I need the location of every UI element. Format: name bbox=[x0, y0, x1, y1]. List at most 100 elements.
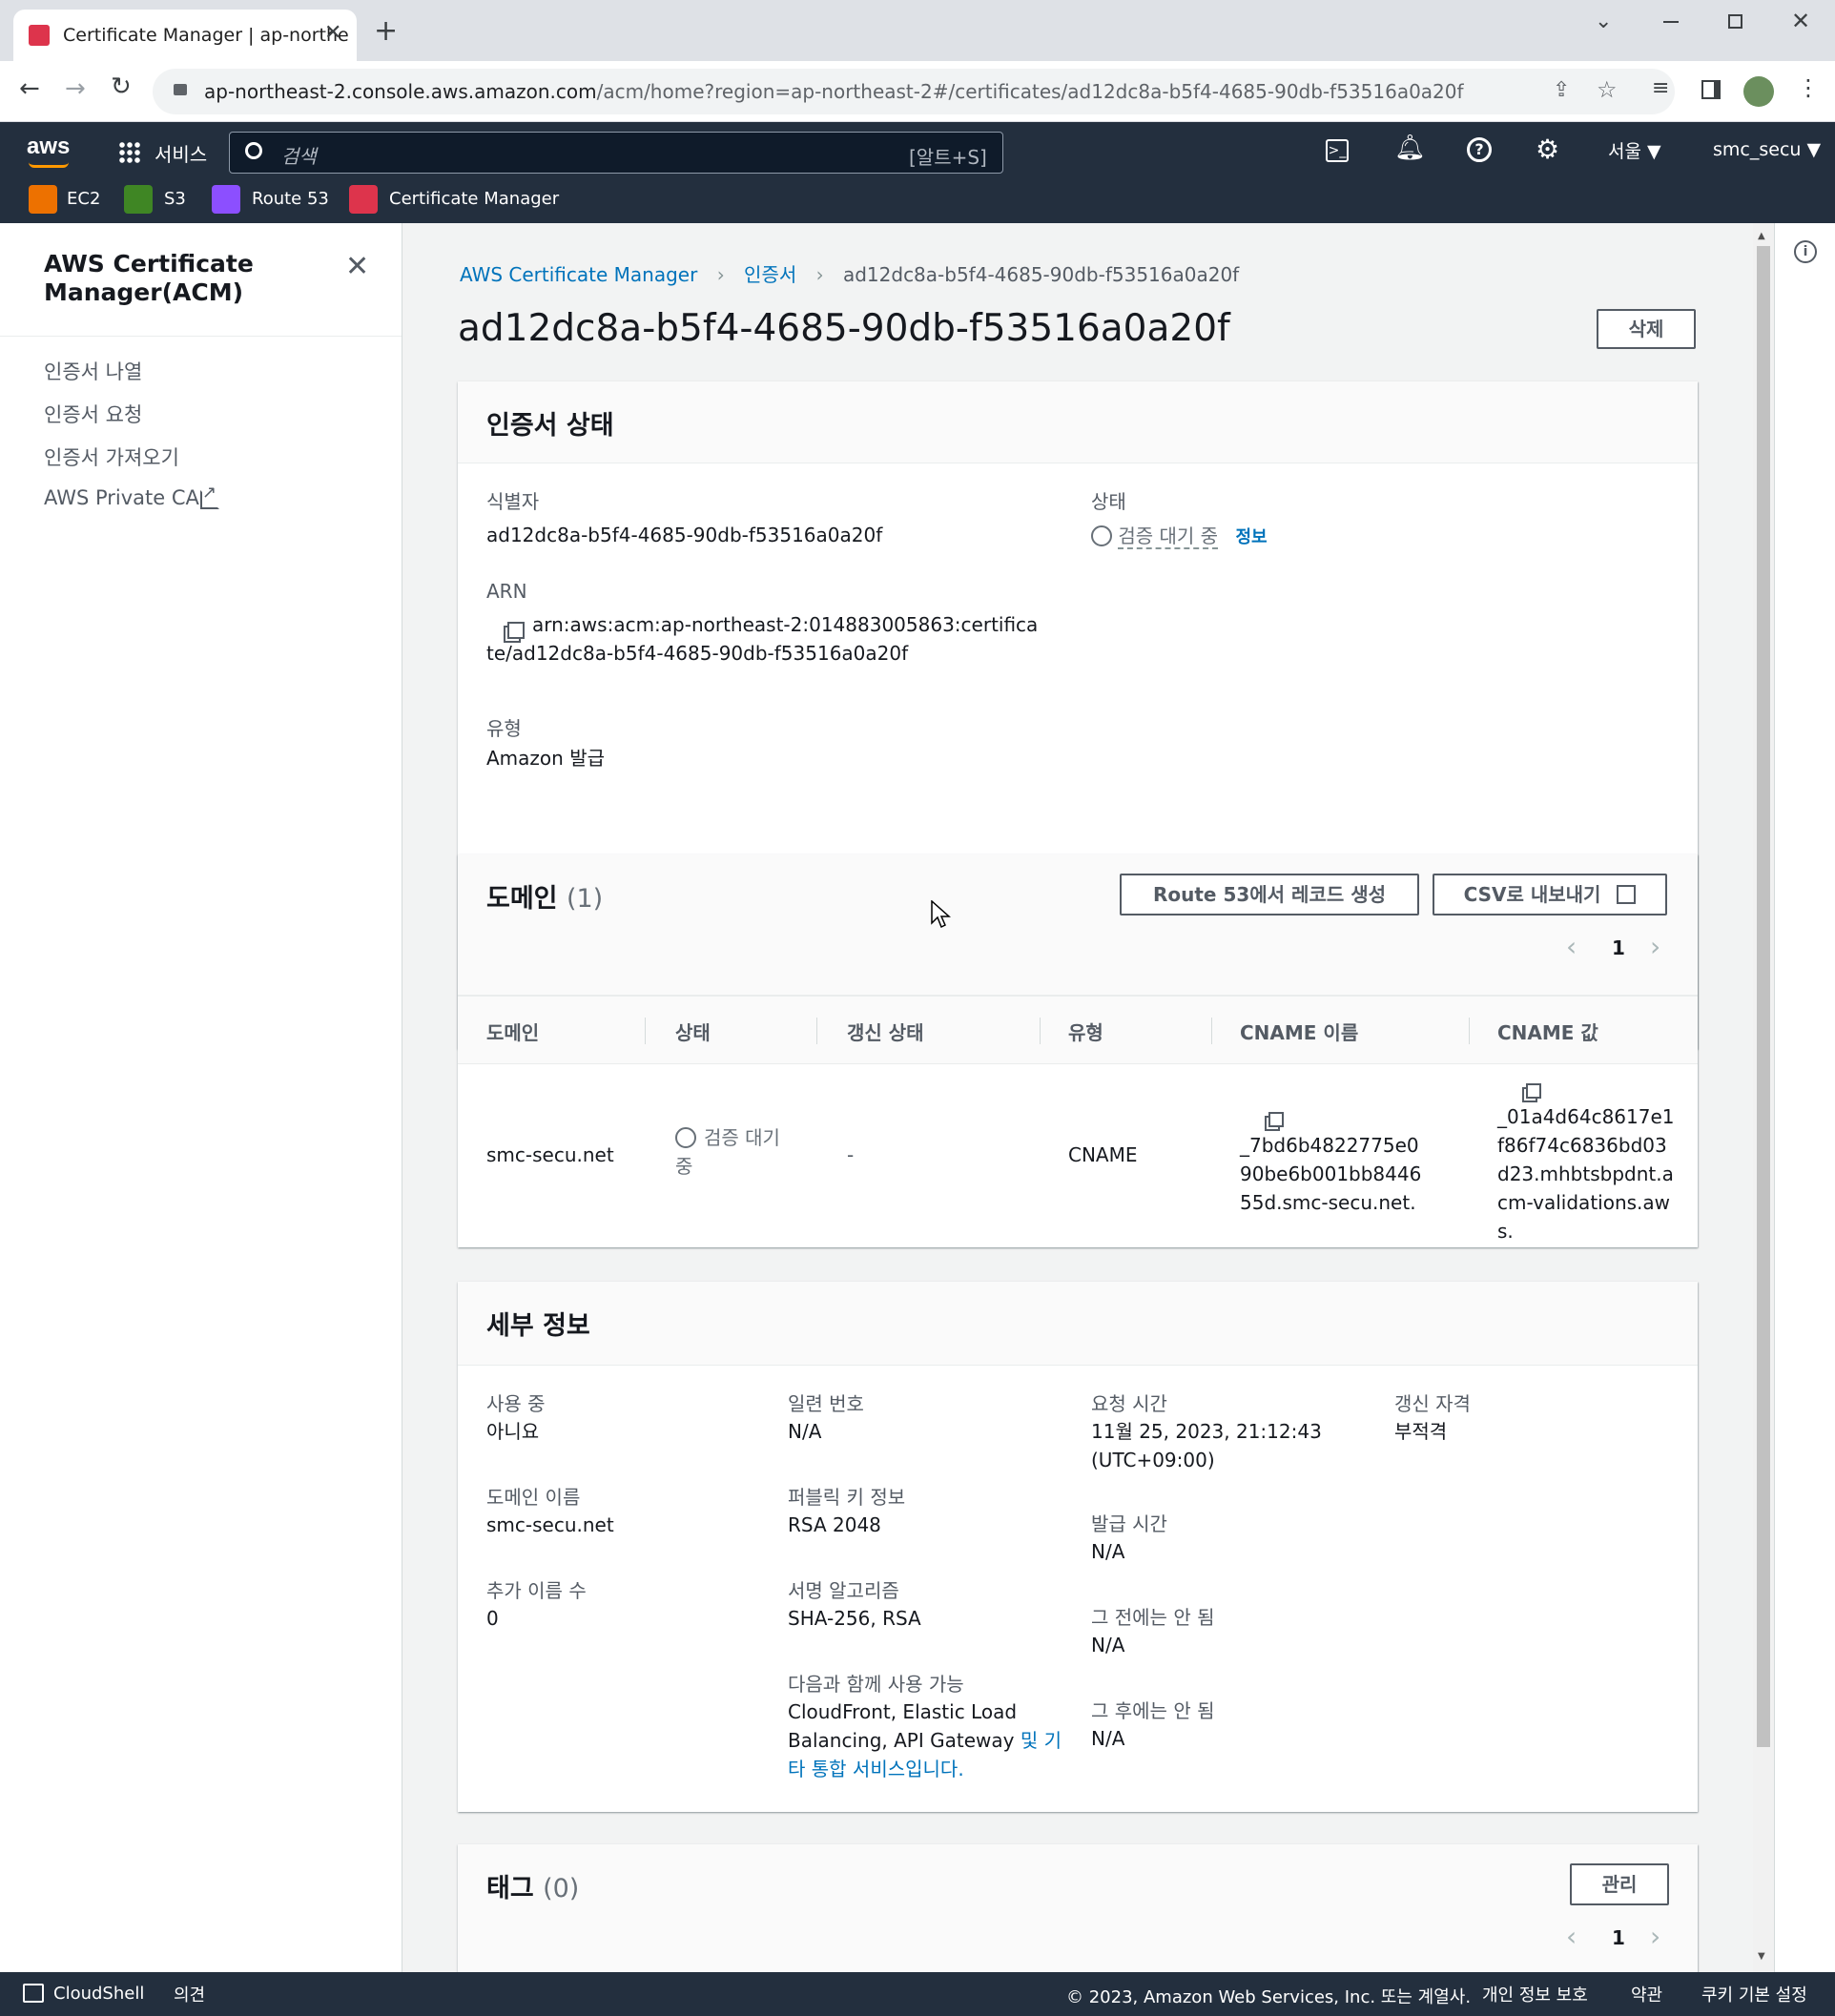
column-divider bbox=[645, 1018, 646, 1044]
prev-page-icon[interactable]: ‹ bbox=[1566, 1921, 1577, 1952]
create-route53-records-button[interactable]: Route 53에서 레코드 생성 bbox=[1120, 874, 1419, 915]
region-selector[interactable]: 서울 ▼ bbox=[1608, 137, 1661, 163]
usable-with-value: CloudFront, Elastic Load Balancing, API … bbox=[788, 1697, 1064, 1783]
export-csv-button[interactable]: CSV로 내보내기 bbox=[1433, 874, 1667, 915]
sidebar-divider bbox=[0, 336, 402, 337]
copy-icon[interactable] bbox=[1268, 1112, 1284, 1127]
feedback-link[interactable]: 의견 bbox=[174, 1982, 205, 2006]
not-before-label: 그 전에는 안 됨 bbox=[1091, 1606, 1215, 1629]
manage-tags-button[interactable]: 관리 bbox=[1570, 1863, 1669, 1905]
account-menu[interactable]: smc_secu ▼ bbox=[1713, 139, 1821, 160]
media-icon[interactable]: ≡ bbox=[1652, 76, 1669, 100]
serial-number-value: N/A bbox=[788, 1420, 822, 1443]
renewal-eligibility-label: 갱신 자격 bbox=[1394, 1392, 1471, 1415]
next-page-icon[interactable]: › bbox=[1650, 931, 1660, 962]
services-label: 서비스 bbox=[155, 143, 208, 166]
prev-page-icon[interactable]: ‹ bbox=[1566, 931, 1577, 962]
cookie-preferences-link[interactable]: 쿠키 기본 설정 bbox=[1701, 1982, 1807, 2006]
copy-icon[interactable] bbox=[1526, 1083, 1541, 1099]
scroll-down-icon[interactable]: ▼ bbox=[1758, 1951, 1765, 1962]
help-panel-rail: i bbox=[1774, 223, 1835, 1972]
search-shortcut: [알트+S] bbox=[909, 146, 987, 169]
close-tab-icon[interactable]: ✕ bbox=[324, 21, 341, 45]
close-window-icon[interactable]: ✕ bbox=[1791, 8, 1810, 34]
domain-cell: smc-secu.net bbox=[486, 1143, 614, 1166]
minimize-icon[interactable] bbox=[1663, 21, 1679, 23]
side-navigation: AWS Certificate Manager(ACM) ✕ 인증서 나열 인증… bbox=[0, 223, 402, 1972]
column-header-cname-name[interactable]: CNAME 이름 bbox=[1240, 1018, 1358, 1045]
settings-gear-icon[interactable]: ⚙ bbox=[1536, 134, 1559, 165]
help-icon[interactable]: ? bbox=[1467, 137, 1492, 162]
table-row: smc-secu.net 검증 대기 중 - CNAME _7bd6b48227… bbox=[458, 1064, 1698, 1247]
search-icon bbox=[245, 142, 262, 159]
back-icon[interactable]: ← bbox=[19, 74, 40, 103]
sidebar-title: AWS Certificate Manager(ACM) bbox=[44, 250, 254, 306]
s3-icon bbox=[124, 185, 153, 214]
terms-link[interactable]: 약관 bbox=[1631, 1982, 1662, 2006]
info-panel-icon[interactable]: i bbox=[1794, 240, 1817, 263]
cloudshell-icon[interactable]: >_ bbox=[1326, 139, 1349, 162]
mouse-cursor-icon bbox=[931, 900, 951, 929]
column-header-domain[interactable]: 도메인 bbox=[486, 1018, 539, 1045]
column-header-renewal-status[interactable]: 갱신 상태 bbox=[847, 1018, 924, 1045]
additional-names-value: 0 bbox=[486, 1607, 499, 1630]
delete-button[interactable]: 삭제 bbox=[1597, 309, 1696, 349]
sidebar-item-request-certificate[interactable]: 인증서 요청 bbox=[44, 400, 142, 428]
scrollbar-thumb[interactable] bbox=[1757, 246, 1770, 1747]
tags-title: 태그 bbox=[486, 1874, 534, 1903]
notifications-bell-icon[interactable]: 🔔︎ bbox=[1394, 134, 1426, 162]
side-panel-icon[interactable] bbox=[1701, 80, 1721, 99]
route53-icon bbox=[212, 185, 240, 214]
bookmark-star-icon[interactable]: ☆ bbox=[1597, 76, 1618, 103]
tags-count: (0) bbox=[543, 1874, 580, 1903]
status-cell: 검증 대기 중 bbox=[675, 1126, 780, 1178]
column-header-status[interactable]: 상태 bbox=[675, 1018, 711, 1045]
main-content: AWS Certificate Manager › 인증서 › ad12dc8a… bbox=[402, 223, 1753, 1972]
share-icon[interactable]: ⇪ bbox=[1553, 78, 1570, 102]
column-divider bbox=[1211, 1018, 1212, 1044]
url-host: ap-northeast-2.console.aws.amazon.com bbox=[204, 80, 597, 103]
page-number[interactable]: 1 bbox=[1612, 1926, 1625, 1949]
sidebar-item-list-certificates[interactable]: 인증서 나열 bbox=[44, 357, 142, 385]
column-header-cname-value[interactable]: CNAME 값 bbox=[1497, 1018, 1598, 1045]
column-header-type[interactable]: 유형 bbox=[1068, 1018, 1103, 1045]
tab-search-icon[interactable]: ⌄ bbox=[1595, 10, 1612, 33]
profile-avatar[interactable] bbox=[1743, 76, 1774, 107]
page-number[interactable]: 1 bbox=[1612, 936, 1625, 959]
forward-icon[interactable]: → bbox=[65, 74, 86, 103]
copyright-text: © 2023, Amazon Web Services, Inc. 또는 계열사… bbox=[1066, 1987, 1472, 2007]
signature-algorithm-label: 서명 알고리즘 bbox=[788, 1579, 899, 1602]
address-bar[interactable]: ap-northeast-2.console.aws.amazon.com/ac… bbox=[153, 69, 1675, 114]
cloudshell-link[interactable]: CloudShell bbox=[53, 1984, 144, 2004]
not-after-label: 그 후에는 안 됨 bbox=[1091, 1699, 1215, 1722]
scroll-up-icon[interactable]: ▲ bbox=[1758, 231, 1765, 241]
next-page-icon[interactable]: › bbox=[1650, 1921, 1660, 1952]
additional-names-label: 추가 이름 수 bbox=[486, 1579, 587, 1602]
favorite-label: Certificate Manager bbox=[389, 189, 560, 209]
sidebar-item-import-certificate[interactable]: 인증서 가져오기 bbox=[44, 442, 179, 471]
external-link-arrow-icon: ↗ bbox=[202, 483, 217, 503]
browser-tab[interactable]: Certificate Manager | ap-northe ✕ bbox=[13, 10, 357, 61]
reload-icon[interactable]: ↻ bbox=[111, 72, 132, 101]
breadcrumb-chevron-icon: › bbox=[815, 263, 824, 286]
search-input[interactable]: 검색 [알트+S] bbox=[229, 132, 1003, 174]
breadcrumb-certificates-link[interactable]: 인증서 bbox=[744, 263, 796, 286]
favorite-label: S3 bbox=[164, 189, 186, 209]
info-link[interactable]: 정보 bbox=[1235, 527, 1267, 547]
breadcrumb-chevron-icon: › bbox=[716, 263, 725, 286]
new-tab-icon[interactable]: + bbox=[374, 17, 398, 46]
card-title: 도메인 (1) bbox=[486, 877, 603, 915]
breadcrumb-acm-link[interactable]: AWS Certificate Manager bbox=[460, 263, 697, 286]
breadcrumb-current: ad12dc8a-b5f4-4685-90db-f53516a0a20f bbox=[842, 263, 1240, 286]
renewal-status-cell: - bbox=[847, 1143, 855, 1166]
vertical-scrollbar[interactable]: ▲ ▼ bbox=[1753, 223, 1774, 1972]
aws-logo[interactable]: aws bbox=[27, 134, 74, 168]
browser-menu-icon[interactable]: ⋮ bbox=[1797, 74, 1820, 101]
issued-at-label: 발급 시간 bbox=[1091, 1512, 1167, 1535]
maximize-icon[interactable] bbox=[1728, 14, 1742, 29]
sidebar-item-private-ca[interactable]: AWS Private CA bbox=[44, 486, 199, 509]
privacy-link[interactable]: 개인 정보 보호 bbox=[1482, 1982, 1588, 2006]
favorite-label: Route 53 bbox=[252, 189, 329, 209]
close-sidebar-icon[interactable]: ✕ bbox=[345, 250, 369, 283]
card-title: 태그 (0) bbox=[486, 1867, 579, 1904]
